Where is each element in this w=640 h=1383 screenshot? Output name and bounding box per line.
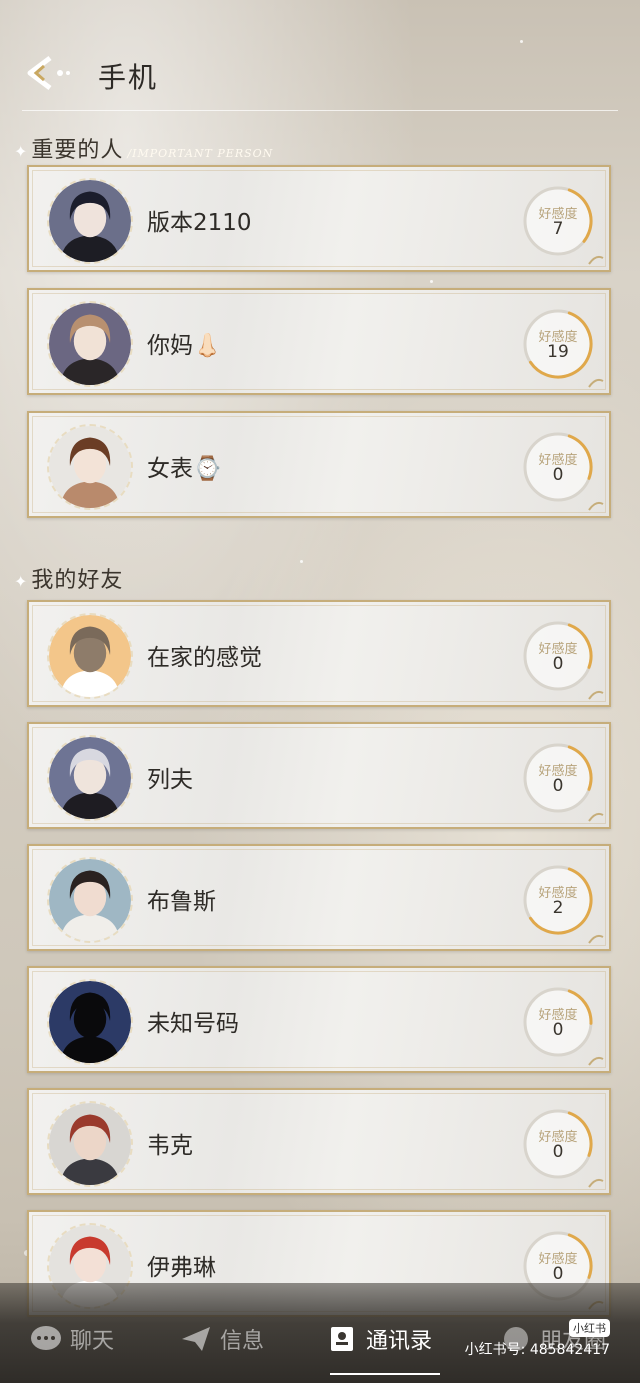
nav-tab-chat[interactable]: 聊天 (30, 1323, 114, 1355)
page-title: 手机 (98, 61, 159, 94)
contact-name: 韦克 (147, 1133, 193, 1159)
avatar-image (49, 426, 131, 508)
avatar (47, 178, 133, 264)
favor-value: 0 (552, 654, 564, 674)
contact-name: 你妈👃🏻 (147, 333, 222, 359)
avatar (47, 979, 133, 1065)
contact-card[interactable]: 女表⌚ 好感度 0 (27, 411, 611, 518)
moon-decoration-icon (588, 1178, 604, 1188)
favor-gauge: 好感度 0 (521, 741, 595, 815)
moon-decoration-icon (588, 255, 604, 265)
favor-value: 2 (552, 898, 564, 918)
contact-card[interactable]: 布鲁斯 好感度 2 (27, 844, 611, 951)
nav-tab-messages[interactable]: 信息 (180, 1323, 264, 1355)
nav-label: 通讯录 (366, 1329, 433, 1354)
avatar-image (49, 859, 131, 941)
favor-gauge: 好感度 0 (521, 985, 595, 1059)
header: 手机 (0, 0, 640, 112)
contact-name: 版本2110 (147, 210, 252, 236)
back-button[interactable] (22, 52, 74, 94)
back-arrow-icon (27, 56, 70, 90)
avatar-image (49, 1103, 131, 1185)
favor-value: 0 (552, 776, 564, 796)
active-tab-indicator (330, 1373, 440, 1375)
moon-decoration-icon (588, 501, 604, 511)
nav-tab-contacts[interactable]: 通讯录 (326, 1323, 432, 1355)
avatar (47, 1101, 133, 1187)
watermark-badge: 小红书 (569, 1319, 610, 1337)
bottom-nav: 聊天 信息 通讯录 朋友圈 小红书 小红书号: 485842417 (0, 1283, 640, 1383)
contact-name: 伊弗琳 (147, 1255, 216, 1281)
contact-name: 未知号码 (147, 1011, 239, 1037)
avatar-image (49, 737, 131, 819)
section-heading-important: ✦ 重要的人 /IMPORTANT PERSON (14, 132, 273, 164)
moon-decoration-icon (588, 1056, 604, 1066)
contact-name: 女表⌚ (147, 456, 222, 482)
moon-decoration-icon (588, 812, 604, 822)
avatar (47, 424, 133, 510)
nav-label: 信息 (220, 1329, 265, 1354)
nav-label: 聊天 (70, 1329, 115, 1354)
avatar (47, 301, 133, 387)
favor-gauge: 好感度 19 (521, 307, 595, 381)
favor-gauge: 好感度 0 (521, 1107, 595, 1181)
avatar-image (49, 981, 131, 1063)
contacts-book-icon (331, 1327, 353, 1351)
section-title: 重要的人 (31, 138, 124, 163)
contact-card[interactable]: 列夫 好感度 0 (27, 722, 611, 829)
moon-decoration-icon (588, 934, 604, 944)
paper-plane-icon (182, 1327, 210, 1351)
favor-value: 0 (552, 1142, 564, 1162)
star-icon: ✦ (14, 142, 28, 161)
contact-name: 列夫 (147, 767, 193, 793)
contact-card[interactable]: 在家的感觉 好感度 0 (27, 600, 611, 707)
contact-card[interactable]: 版本2110 好感度 7 (27, 165, 611, 272)
avatar (47, 857, 133, 943)
contact-card[interactable]: 未知号码 好感度 0 (27, 966, 611, 1073)
section-heading-friends: ✦ 我的好友 (14, 562, 123, 594)
chat-bubble-icon (31, 1326, 61, 1350)
section-subtitle: /IMPORTANT PERSON (127, 147, 274, 160)
watermark-text: 小红书号: 485842417 (464, 1342, 610, 1358)
sparkle-decoration (430, 280, 433, 283)
moon-decoration-icon (588, 378, 604, 388)
avatar-image (49, 180, 131, 262)
moon-decoration-icon (588, 690, 604, 700)
contact-card[interactable]: 你妈👃🏻 好感度 19 (27, 288, 611, 395)
favor-gauge: 好感度 7 (521, 184, 595, 258)
favor-value: 19 (547, 342, 569, 362)
favor-value: 0 (552, 1264, 564, 1284)
avatar (47, 613, 133, 699)
avatar (47, 735, 133, 821)
avatar-image (49, 615, 131, 697)
favor-value: 0 (552, 465, 564, 485)
contact-name: 布鲁斯 (147, 889, 216, 915)
section-title: 我的好友 (31, 568, 124, 593)
contact-card[interactable]: 韦克 好感度 0 (27, 1088, 611, 1195)
avatar-image (49, 303, 131, 385)
star-icon: ✦ (14, 572, 28, 591)
favor-value: 0 (552, 1020, 564, 1040)
favor-gauge: 好感度 0 (521, 619, 595, 693)
header-divider (22, 110, 618, 111)
contact-name: 在家的感觉 (147, 645, 262, 671)
favor-gauge: 好感度 2 (521, 863, 595, 937)
favor-value: 7 (552, 219, 564, 239)
favor-gauge: 好感度 0 (521, 430, 595, 504)
sparkle-decoration (300, 560, 303, 563)
